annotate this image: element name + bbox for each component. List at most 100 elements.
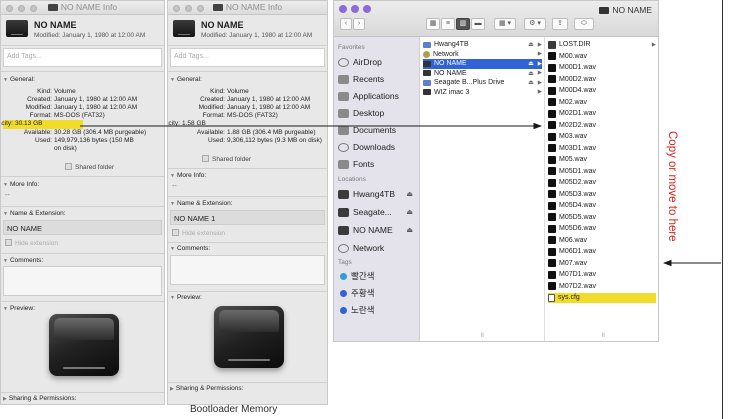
sidebar-item-fonts[interactable]: Fonts [338,157,417,171]
file-name: M07.wav [559,259,588,267]
sidebar-item-seagate[interactable]: Seagate... ⏏ [338,205,417,219]
file-item[interactable]: M06.wav [548,236,656,246]
audio-file-icon [548,178,556,187]
sidebar-tag-red[interactable]: 빨간색 [338,269,417,283]
sidebar-item-desktop[interactable]: Desktop [338,106,417,120]
file-item[interactable]: M05D5.wav [548,213,656,223]
file-item-sys-cfg[interactable]: sys.cfg [548,293,656,303]
name-extension-section-toggle[interactable]: ▼ Name & Extension: [170,200,233,207]
more-info-section-toggle[interactable]: ▼ More Info: [170,172,206,179]
sidebar-header-tags: Tags [338,259,352,266]
file-item[interactable]: M05D6.wav [548,224,656,234]
name-field[interactable]: NO NAME 1 [170,210,325,225]
back-button[interactable]: ‹ [340,18,352,30]
tags-input[interactable]: Add Tags... [170,48,325,67]
forward-button[interactable]: › [353,18,365,30]
eject-icon[interactable]: ⏏ [528,60,534,67]
file-item[interactable]: M00D1.wav [548,63,656,73]
divider [1,301,164,302]
hide-extension-checkbox[interactable]: Hide extension [5,239,58,247]
file-item[interactable]: M07D2.wav [548,282,656,292]
file-item[interactable]: M05D2.wav [548,178,656,188]
checkbox-icon [65,163,72,170]
globe-icon [338,243,349,253]
sidebar-item-recents[interactable]: Recents [338,72,417,86]
drive-icon [47,4,58,11]
sidebar-item-hwang4tb[interactable]: Hwang4TB ⏏ [338,187,417,201]
sidebar-tag-orange[interactable]: 주황색 [338,286,417,300]
desktop-icon [338,108,349,118]
file-item[interactable]: M07.wav [548,259,656,269]
list-view-button[interactable]: ≡ [441,18,455,30]
file-item[interactable]: M06D1.wav [548,247,656,257]
eject-icon[interactable]: ⏏ [406,190,413,198]
list-item[interactable]: NO NAME ⏏ ▶ [423,69,542,79]
file-item[interactable]: M00D2.wav [548,75,656,85]
name-extension-section-toggle[interactable]: ▼ Name & Extension: [3,210,66,217]
tags-button[interactable]: ⬭ [574,18,594,30]
file-item[interactable]: M05.wav [548,155,656,165]
sidebar-item-airdrop[interactable]: AirDrop [338,55,417,69]
file-item[interactable]: M02.wav [548,98,656,108]
eject-icon[interactable]: ⏏ [528,41,534,48]
sidebar-item-downloads[interactable]: Downloads [338,140,417,154]
tags-input[interactable]: Add Tags... [3,48,162,67]
sidebar-tag-yellow[interactable]: 노란색 [338,303,417,317]
folder-item[interactable]: LOST.DIR ▶ [548,40,656,50]
file-item[interactable]: M02D1.wav [548,109,656,119]
close-dot[interactable] [339,5,347,13]
file-item[interactable]: M02D2.wav [548,121,656,131]
more-info-section-toggle[interactable]: ▼ More Info: [3,181,39,188]
general-section-toggle[interactable]: ▼ General: [170,76,202,83]
name-field[interactable]: NO NAME [3,220,162,235]
audio-file-icon [548,52,556,61]
column-resize-handle[interactable]: ll [602,333,605,339]
sharing-section-toggle[interactable]: ▶ Sharing & Permissions: [170,385,243,392]
column-view-button[interactable]: ▥ [456,18,470,30]
file-item[interactable]: M00D4.wav [548,86,656,96]
list-item[interactable]: Seagate B...Plus Drive ⏏ ▶ [423,78,542,88]
share-button[interactable]: ⇪ [552,18,568,30]
shared-folder-checkbox[interactable]: Shared folder [202,155,251,163]
sharing-section-toggle[interactable]: ▶ Sharing & Permissions: [3,395,76,402]
file-item[interactable]: M05D1.wav [548,167,656,177]
general-section-toggle[interactable]: ▼ General: [3,76,35,83]
file-item[interactable]: M07D1.wav [548,270,656,280]
eject-icon[interactable]: ⏏ [528,70,534,77]
file-item[interactable]: M05D4.wav [548,201,656,211]
column-resize-handle[interactable]: ll [481,333,484,339]
sidebar-item-no-name[interactable]: NO NAME ⏏ [338,223,417,237]
file-item[interactable]: M00.wav [548,52,656,62]
comments-field[interactable] [3,266,162,296]
sidebar-item-network[interactable]: Network [338,241,417,255]
list-item[interactable]: Network ▶ [423,50,542,60]
comments-field[interactable] [170,255,325,285]
info-window-left: NO NAME Info NO NAME Modified: January 1… [0,0,165,405]
hide-extension-checkbox[interactable]: Hide extension [172,229,225,237]
group-button[interactable]: ▦ ▾ [494,18,516,30]
file-item[interactable]: M03.wav [548,132,656,142]
window-controls[interactable] [339,5,371,13]
eject-icon[interactable]: ⏏ [406,208,413,216]
shared-folder-checkbox[interactable]: Shared folder [65,163,114,171]
kind-row: Kind: Volume [210,88,249,95]
icon-view-button[interactable]: ▦ [426,18,440,30]
minimize-dot[interactable] [351,5,359,13]
action-gear-button[interactable]: ⚙ ▾ [524,18,546,30]
sidebar-item-documents[interactable]: Documents [338,123,417,137]
comments-section-toggle[interactable]: ▼ Comments: [3,257,43,264]
list-item[interactable]: WIZ imac 3 ▶ [423,88,542,98]
sidebar-item-applications[interactable]: Applications [338,89,417,103]
comments-section-toggle[interactable]: ▼ Comments: [170,245,210,252]
list-item-selected[interactable]: NO NAME ⏏ ▶ [423,59,542,69]
preview-section-toggle[interactable]: ▼ Preview: [3,305,35,312]
file-item[interactable]: M05D3.wav [548,190,656,200]
eject-icon[interactable]: ⏏ [528,79,534,86]
preview-section-toggle[interactable]: ▼ Preview: [170,294,202,301]
zoom-dot[interactable] [363,5,371,13]
file-item[interactable]: M03D1.wav [548,144,656,154]
checkbox-icon [172,229,179,236]
eject-icon[interactable]: ⏏ [406,226,413,234]
gallery-view-button[interactable]: ▬ [471,18,485,30]
list-item[interactable]: Hwang4TB ⏏ ▶ [423,40,542,50]
